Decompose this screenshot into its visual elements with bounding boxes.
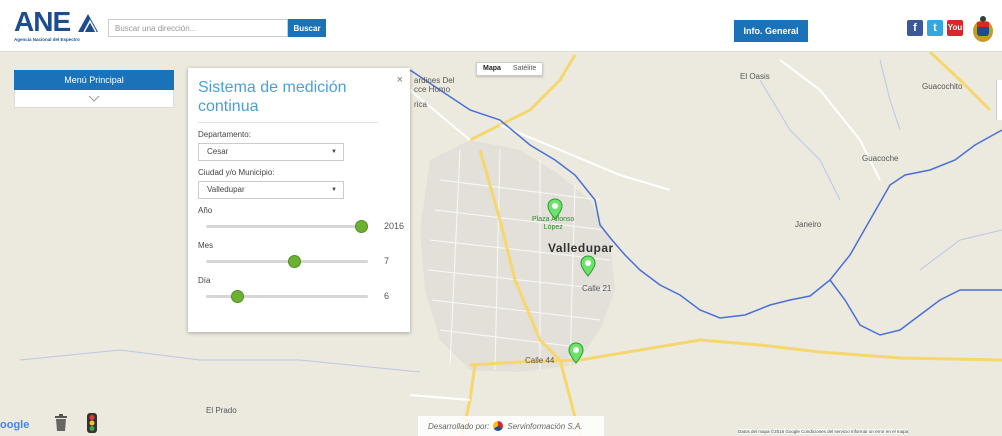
map-city-label: Valledupar xyxy=(548,241,614,255)
municipio-value: Valledupar xyxy=(207,185,245,194)
main-menu-header[interactable]: Menú Principal xyxy=(14,70,174,90)
dia-slider[interactable]: 6 xyxy=(198,288,400,304)
main-menu: Menú Principal xyxy=(14,70,174,108)
map-label-calle-44: Calle 44 xyxy=(525,356,555,365)
mes-value: 7 xyxy=(384,256,390,266)
menu-toggle[interactable] xyxy=(14,90,174,108)
google-logo: oogle xyxy=(0,419,30,431)
departamento-select[interactable]: Cesar ▼ xyxy=(198,143,344,161)
map-type-map-button[interactable]: Mapa xyxy=(477,63,507,75)
map-label-janeiro: Janeiro xyxy=(795,220,822,229)
anio-value: 2016 xyxy=(384,221,405,231)
map-type-satellite-button[interactable]: Satélite xyxy=(507,63,542,75)
map-label-jardines: ardines Del cce Homo xyxy=(414,76,455,94)
traffic-light-icon[interactable] xyxy=(84,412,100,434)
youtube-icon[interactable]: You xyxy=(947,20,963,36)
logo-subtitle: Agencia Nacional del Espectro xyxy=(14,37,80,42)
slider-track xyxy=(206,225,368,228)
footer-prefix: Desarrollado por: xyxy=(428,421,490,431)
map-type-control: Mapa Satélite xyxy=(476,62,544,76)
municipio-select[interactable]: Valledupar ▼ xyxy=(198,181,344,199)
slider-thumb[interactable] xyxy=(287,255,301,268)
map-label-el-oasis: El Oasis xyxy=(740,72,770,81)
map-marker-icon[interactable] xyxy=(580,255,596,277)
map-label-el-prado: El Prado xyxy=(206,406,237,415)
chevron-down-icon xyxy=(88,95,100,102)
map-label-guacochito: Guacochito xyxy=(922,82,963,91)
anio-slider[interactable]: 2016 xyxy=(198,218,404,234)
search-button[interactable]: Buscar xyxy=(288,19,326,37)
map-marker-icon[interactable] xyxy=(568,342,584,364)
map-label-calle-21: Calle 21 xyxy=(582,284,612,293)
dia-label: Día xyxy=(198,276,211,285)
logo-wave-icon xyxy=(78,14,98,33)
anio-label: Año xyxy=(198,206,213,215)
logo-text: ANE xyxy=(14,6,71,37)
panel-title: Sistema de medición continua xyxy=(198,78,378,123)
measurement-panel: × Sistema de medición continua Departame… xyxy=(188,68,410,332)
zoom-control[interactable] xyxy=(996,80,1002,120)
map-canvas[interactable]: ardines Del cce Homo rica El Oasis Guaco… xyxy=(0,0,1002,436)
servinformacion-logo-icon xyxy=(493,421,504,431)
mes-slider[interactable]: 7 xyxy=(198,253,400,269)
colombia-shield-icon xyxy=(973,16,993,42)
info-general-button[interactable]: Info. General xyxy=(734,20,808,42)
ane-logo[interactable]: ANE Agencia Nacional del Espectro xyxy=(14,6,104,50)
slider-track xyxy=(206,295,368,298)
footer-credit: Desarrollado por: Servinformación S.A. xyxy=(418,416,604,436)
footer-company[interactable]: Servinformación S.A. xyxy=(507,422,582,431)
map-label-plaza: Plaza Alfonso López xyxy=(532,216,575,231)
mes-label: Mes xyxy=(198,241,214,250)
municipio-label: Ciudad y/o Municipio: xyxy=(198,168,275,177)
trash-icon[interactable] xyxy=(54,414,68,432)
map-copyright[interactable]: Datos del mapa ©2016 Google Condiciones … xyxy=(738,429,909,434)
address-search-input[interactable] xyxy=(108,19,288,37)
caret-down-icon: ▼ xyxy=(331,187,337,193)
map-label-rica: rica xyxy=(414,100,427,109)
departamento-value: Cesar xyxy=(207,147,229,156)
slider-thumb[interactable] xyxy=(231,290,245,303)
facebook-icon[interactable]: f xyxy=(907,20,923,36)
close-icon[interactable]: × xyxy=(397,74,403,86)
caret-down-icon: ▼ xyxy=(331,149,337,155)
dia-value: 6 xyxy=(384,291,390,301)
departamento-label: Departamento: xyxy=(198,130,251,139)
twitter-icon[interactable]: t xyxy=(927,20,943,36)
header-bar: ANE Agencia Nacional del Espectro Buscar… xyxy=(0,0,1002,52)
map-label-guacoche: Guacoche xyxy=(862,154,899,163)
slider-thumb[interactable] xyxy=(355,220,368,233)
